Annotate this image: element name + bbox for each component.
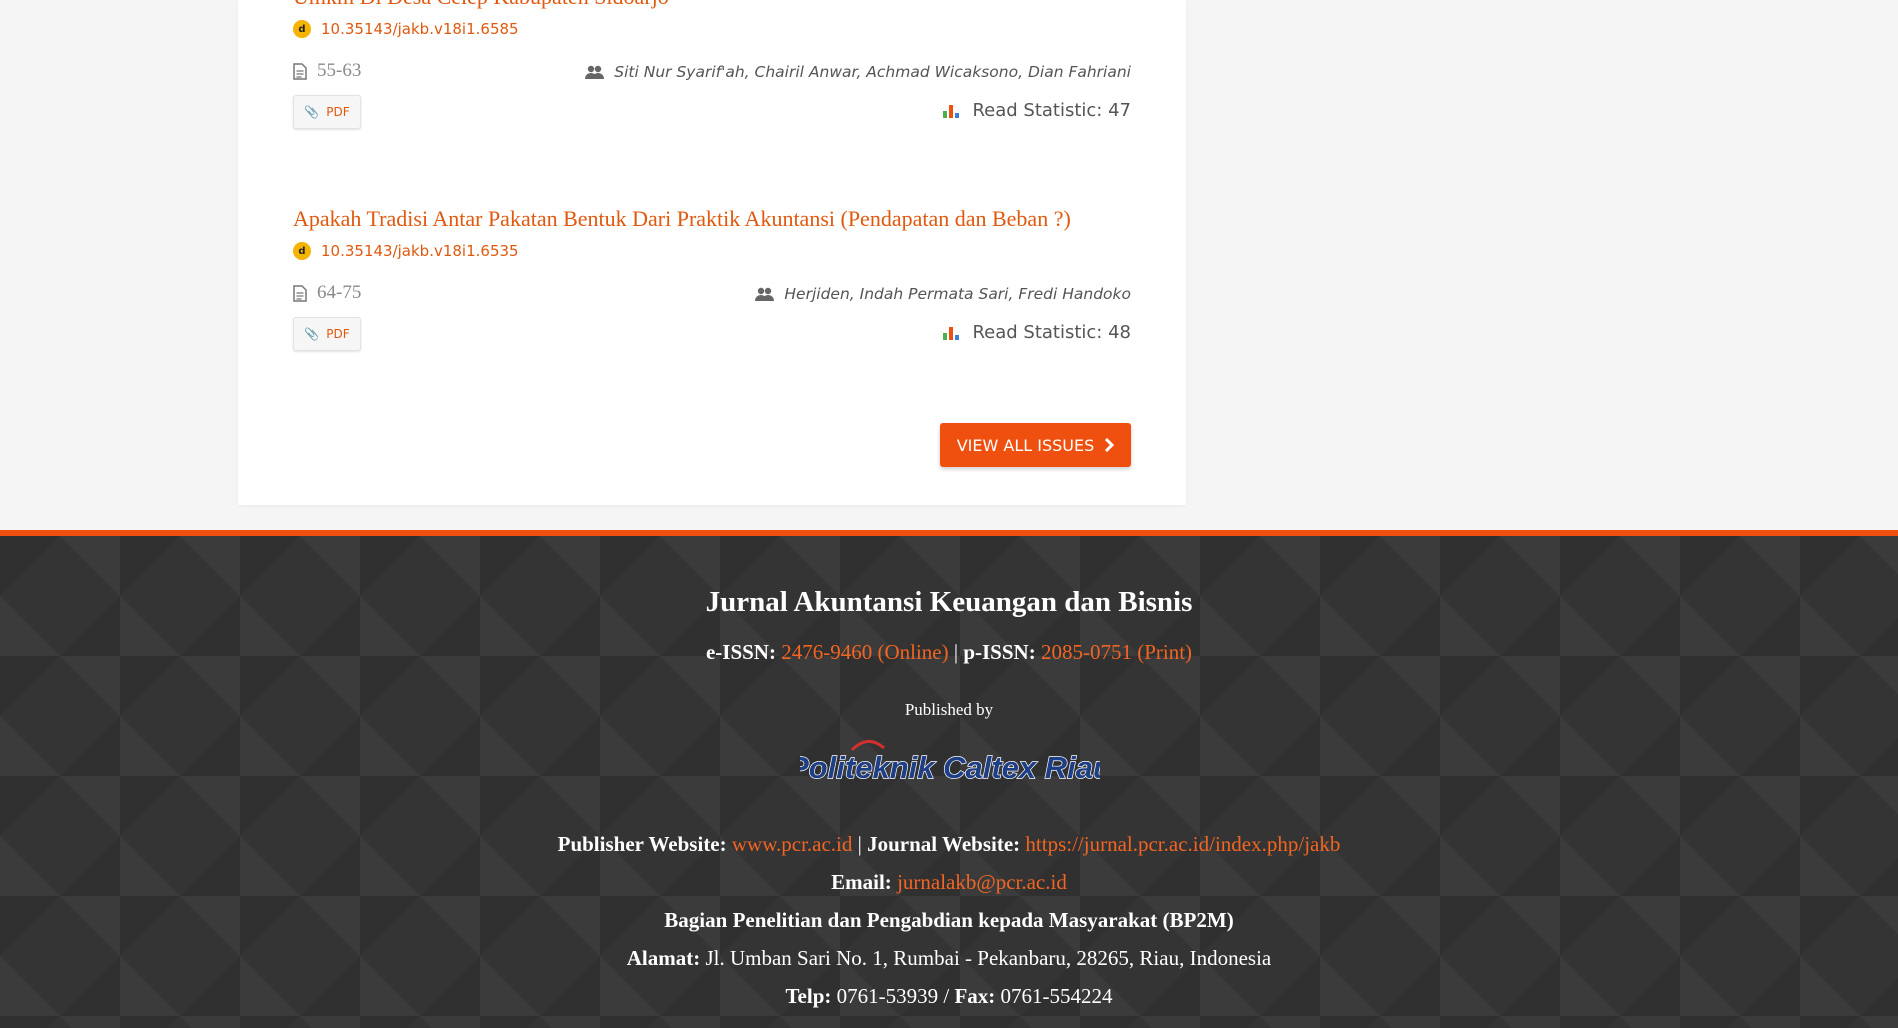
department-name: Bagian Penelitian dan Pengabdian kepada … xyxy=(664,908,1234,932)
publisher-logo-text: Politeknik Caltex Riau xyxy=(800,750,1100,785)
journal-website-link[interactable]: https://jurnal.pcr.ac.id/index.php/jakb xyxy=(1025,832,1340,856)
authors-row: Siti Nur Syarif'ah, Chairil Anwar, Achma… xyxy=(585,63,1131,81)
pdf-button[interactable]: 📎 PDF xyxy=(293,317,361,351)
publisher-website-link[interactable]: www.pcr.ac.id xyxy=(732,832,853,856)
paperclip-icon: 📎 xyxy=(304,327,320,341)
email-line: Email: jurnalakb@pcr.ac.id xyxy=(0,870,1898,895)
article-title[interactable]: Apakah Tradisi Antar Pakatan Bentuk Dari… xyxy=(293,206,1071,232)
address-line: Alamat: Jl. Umban Sari No. 1, Rumbai - P… xyxy=(0,946,1898,971)
fax-label: Fax: xyxy=(954,984,996,1008)
doi-row: d 10.35143/jakb.v18i1.6535 xyxy=(293,242,519,260)
doi-icon: d xyxy=(293,20,311,38)
latest-articles-card: Umkm Di Desa Celep Kabupaten Sidoarjo d … xyxy=(238,0,1186,505)
phone-label: Telp: xyxy=(785,984,832,1008)
file-icon xyxy=(293,62,307,80)
view-all-issues-button[interactable]: VIEW ALL ISSUES xyxy=(940,423,1131,467)
pissn-label: p-ISSN: xyxy=(963,640,1036,664)
eissn-link[interactable]: 2476-9460 (Online) xyxy=(781,640,948,664)
doi-icon: d xyxy=(293,242,311,260)
read-statistic-text: Read Statistic: 47 xyxy=(972,100,1131,121)
chevron-right-icon xyxy=(1105,438,1115,452)
pdf-button[interactable]: 📎 PDF xyxy=(293,95,361,129)
paperclip-icon: 📎 xyxy=(304,105,320,119)
email-link[interactable]: jurnalakb@pcr.ac.id xyxy=(897,870,1067,894)
issn-separator: | xyxy=(953,640,959,664)
users-icon xyxy=(585,65,605,79)
read-statistic-text: Read Statistic: 48 xyxy=(972,322,1131,343)
article-authors: Siti Nur Syarif'ah, Chairil Anwar, Achma… xyxy=(614,63,1131,81)
article-item: Umkm Di Desa Celep Kabupaten Sidoarjo d … xyxy=(293,0,1131,129)
pdf-label: PDF xyxy=(326,105,350,119)
file-icon xyxy=(293,284,307,302)
page-range: 55-63 xyxy=(317,60,362,81)
site-footer: Jurnal Akuntansi Keuangan dan Bisnis e-I… xyxy=(0,530,1898,1028)
users-icon xyxy=(755,287,775,301)
article-title[interactable]: Umkm Di Desa Celep Kabupaten Sidoarjo xyxy=(293,0,669,10)
doi-row: d 10.35143/jakb.v18i1.6585 xyxy=(293,20,519,38)
website-separator: | xyxy=(857,832,862,856)
publisher-website-label: Publisher Website: xyxy=(557,832,727,856)
phone-number: 0761-53939 xyxy=(836,984,939,1008)
issn-line: e-ISSN: 2476-9460 (Online) | p-ISSN: 208… xyxy=(0,640,1898,665)
email-label: Email: xyxy=(831,870,892,894)
article-authors: Herjiden, Indah Permata Sari, Fredi Hand… xyxy=(784,285,1131,303)
pages-row: 64-75 xyxy=(293,282,361,304)
publisher-logo[interactable]: Politeknik Caltex Riau xyxy=(800,736,1100,794)
doi-link[interactable]: 10.35143/jakb.v18i1.6585 xyxy=(321,20,519,38)
bar-chart-icon xyxy=(943,326,960,340)
doi-link[interactable]: 10.35143/jakb.v18i1.6535 xyxy=(321,242,519,260)
page-range: 64-75 xyxy=(317,282,362,303)
published-by: Published by xyxy=(904,700,994,719)
fax-number: 0761-554224 xyxy=(1000,984,1113,1008)
pdf-label: PDF xyxy=(326,327,350,341)
article-item: Apakah Tradisi Antar Pakatan Bentuk Dari… xyxy=(293,206,1131,356)
address-text: Jl. Umban Sari No. 1, Rumbai - Pekanbaru… xyxy=(705,946,1272,970)
bar-chart-icon xyxy=(943,104,960,118)
eissn-label: e-ISSN: xyxy=(705,640,776,664)
website-line: Publisher Website: www.pcr.ac.id | Journ… xyxy=(0,832,1898,857)
phone-fax-separator: / xyxy=(943,984,950,1008)
authors-row: Herjiden, Indah Permata Sari, Fredi Hand… xyxy=(755,285,1131,303)
read-statistic: Read Statistic: 48 xyxy=(942,322,1131,343)
read-statistic: Read Statistic: 47 xyxy=(942,100,1131,121)
pages-row: 55-63 xyxy=(293,60,361,82)
phone-line: Telp: 0761-53939 / Fax: 0761-554224 xyxy=(0,984,1898,1009)
journal-website-label: Journal Website: xyxy=(867,832,1021,856)
pissn-link[interactable]: 2085-0751 (Print) xyxy=(1041,640,1192,664)
view-all-label: VIEW ALL ISSUES xyxy=(956,435,1095,455)
address-label: Alamat: xyxy=(626,946,701,970)
journal-title: Jurnal Akuntansi Keuangan dan Bisnis xyxy=(705,586,1193,618)
